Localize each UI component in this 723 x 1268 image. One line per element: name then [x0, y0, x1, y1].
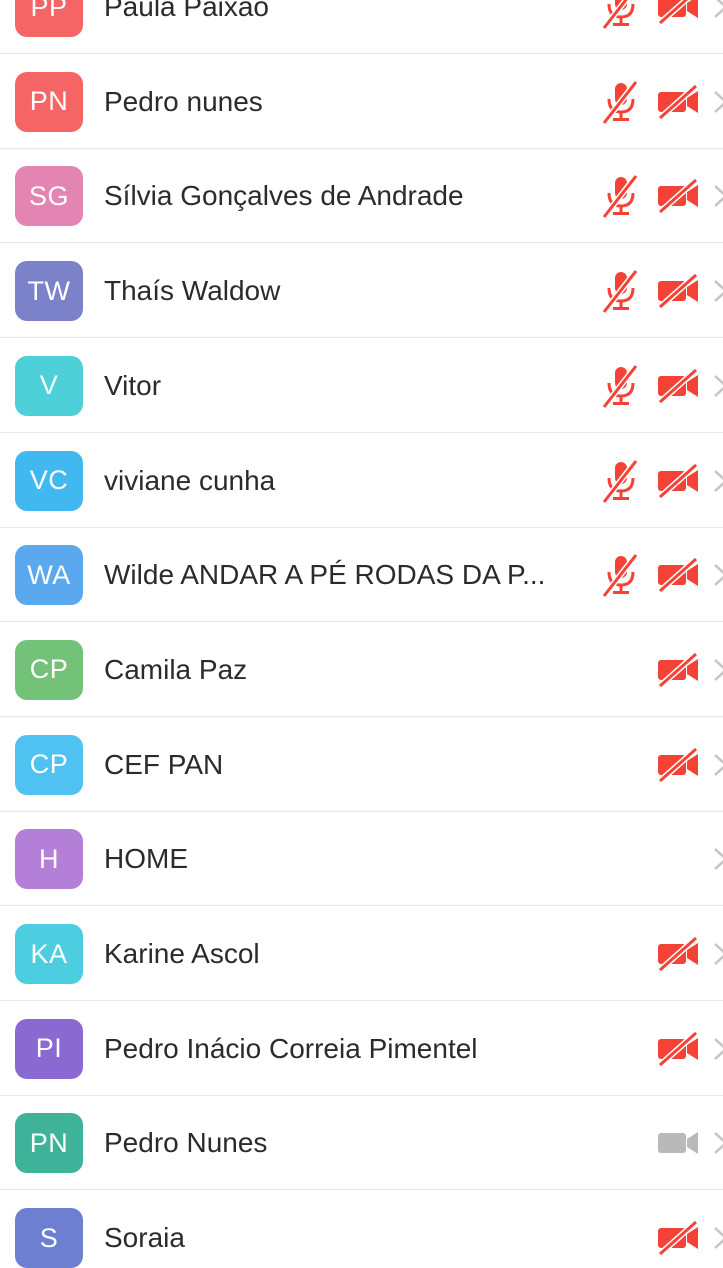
avatar: V	[15, 355, 83, 416]
chevron-right-icon[interactable]	[711, 277, 723, 305]
avatar-initials: CP	[29, 654, 69, 685]
video-off-icon	[656, 935, 702, 973]
avatar: WA	[15, 545, 83, 606]
chevron-right-icon[interactable]	[711, 1224, 723, 1252]
avatar: PI	[15, 1018, 83, 1079]
avatar: S	[15, 1208, 83, 1268]
participant-row[interactable]: CP Camila Paz	[0, 622, 723, 717]
chevron-right-icon[interactable]	[711, 372, 723, 400]
chevron-right-icon[interactable]	[711, 561, 723, 589]
video-off-icon	[656, 462, 702, 499]
avatar-initials: VC	[29, 465, 69, 495]
video-on-icon	[656, 1125, 702, 1161]
participant-row[interactable]: VC viviane cunha	[0, 433, 723, 528]
avatar-initials: PN	[29, 1127, 69, 1158]
chevron-right-icon[interactable]	[711, 88, 723, 116]
mic-muted-icon	[598, 79, 644, 125]
video-off-icon	[656, 0, 702, 26]
participant-name: Vitor	[104, 369, 162, 401]
participant-name: Pedro Inácio Correia Pimentel	[104, 1032, 478, 1064]
participant-row[interactable]: PN Pedro Nunes	[0, 1096, 723, 1191]
avatar-initials: KA	[30, 938, 68, 969]
participant-name: Pedro nunes	[104, 85, 263, 117]
video-off-icon	[656, 178, 702, 215]
avatar: H	[15, 829, 83, 890]
video-off-icon	[656, 1030, 702, 1067]
mic-muted-icon	[598, 173, 644, 220]
participant-row[interactable]: CP CEF PAN	[0, 717, 723, 812]
participant-name: Soraia	[104, 1222, 185, 1254]
participant-name: CEF PAN	[104, 748, 224, 780]
chevron-right-icon[interactable]	[711, 182, 723, 210]
chevron-right-icon[interactable]	[711, 845, 723, 873]
avatar-initials: V	[39, 370, 59, 401]
participants-list: PP Paula Paixão PN Pedro nunes SG Sílvia…	[0, 0, 723, 1268]
participant-name: Camila Paz	[104, 653, 248, 685]
participant-name: Wilde ANDAR A PÉ RODAS DA P...	[104, 559, 546, 591]
video-off-icon	[656, 367, 702, 405]
participant-name: Thaís Waldow	[104, 275, 281, 307]
avatar-initials: WA	[27, 559, 71, 590]
participant-row[interactable]: PI Pedro Inácio Correia Pimentel	[0, 1001, 723, 1096]
participant-name: viviane cunha	[104, 464, 276, 496]
chevron-right-icon[interactable]	[711, 751, 723, 779]
participant-row[interactable]: PN Pedro nunes	[0, 54, 723, 149]
video-off-icon	[656, 272, 702, 310]
avatar: PN	[15, 71, 83, 132]
avatar: KA	[15, 924, 83, 984]
chevron-right-icon[interactable]	[711, 467, 723, 495]
video-off-icon	[656, 746, 702, 783]
avatar-initials: H	[39, 843, 59, 874]
chevron-right-icon[interactable]	[711, 1129, 723, 1157]
avatar-initials: SG	[28, 180, 69, 211]
mic-muted-icon	[598, 363, 644, 409]
video-off-icon	[656, 651, 702, 689]
chevron-right-icon[interactable]	[711, 940, 723, 968]
participant-row[interactable]: PP Paula Paixão	[0, 0, 723, 54]
participant-name: Karine Ascol	[104, 938, 260, 969]
participant-row[interactable]: TW Thaís Waldow	[0, 244, 723, 339]
participant-name: Pedro Nunes	[104, 1127, 268, 1159]
chevron-right-icon[interactable]	[711, 1035, 723, 1063]
participant-row[interactable]: SG Sílvia Gonçalves de Andrade	[0, 149, 723, 244]
avatar: TW	[15, 261, 83, 322]
participant-name: Sílvia Gonçalves de Andrade	[104, 180, 464, 212]
video-off-icon	[656, 1219, 702, 1257]
chevron-right-icon[interactable]	[711, 656, 723, 684]
mic-muted-icon	[598, 268, 644, 314]
participant-name: Paula Paixão	[104, 0, 270, 22]
avatar-initials: S	[39, 1222, 59, 1253]
avatar: VC	[15, 450, 83, 511]
participant-row[interactable]: KA Karine Ascol	[0, 907, 723, 1001]
avatar-initials: PI	[35, 1033, 63, 1064]
mic-muted-icon	[598, 458, 644, 504]
participant-row[interactable]: S Soraia	[0, 1191, 723, 1268]
avatar: CP	[15, 734, 83, 795]
video-off-icon	[656, 83, 702, 120]
video-off-icon	[656, 556, 702, 594]
mic-muted-icon	[598, 552, 644, 599]
avatar: CP	[15, 639, 83, 700]
participant-row[interactable]: V Vitor	[0, 338, 723, 433]
avatar-initials: PN	[29, 86, 69, 117]
avatar-initials: TW	[27, 275, 71, 306]
participant-name: HOME	[104, 843, 188, 875]
mic-muted-icon	[598, 0, 644, 30]
participant-row[interactable]: H HOME	[0, 812, 723, 907]
participant-row[interactable]: WA Wilde ANDAR A PÉ RODAS DA P...	[0, 528, 723, 623]
avatar-initials: PP	[30, 0, 68, 22]
chevron-right-icon[interactable]	[711, 0, 723, 21]
avatar-initials: CP	[29, 749, 69, 780]
avatar: PP	[15, 0, 83, 37]
avatar: PN	[15, 1113, 83, 1174]
avatar: SG	[15, 166, 83, 227]
